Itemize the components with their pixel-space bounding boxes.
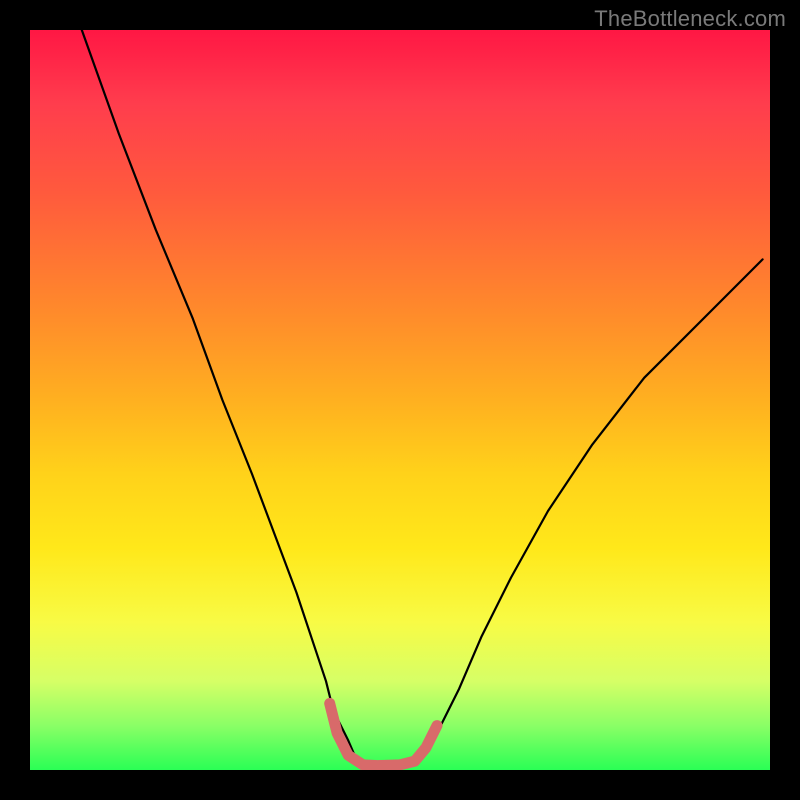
- plot-area: [30, 30, 770, 770]
- black-curve: [82, 30, 763, 766]
- watermark-label: TheBottleneck.com: [594, 6, 786, 32]
- chart-svg: [30, 30, 770, 770]
- chart-frame: TheBottleneck.com: [0, 0, 800, 800]
